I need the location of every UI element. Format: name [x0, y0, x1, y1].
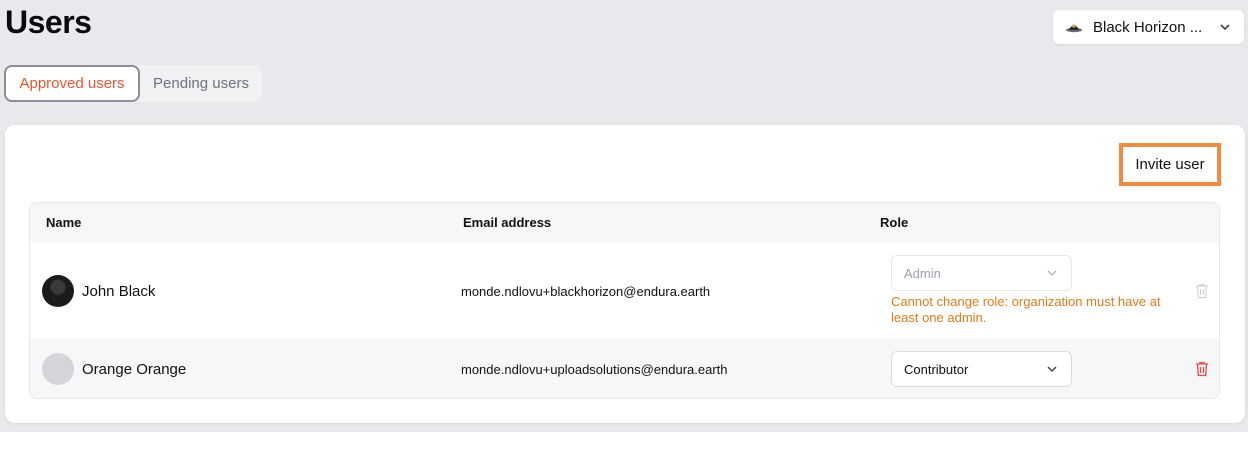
- user-name: Orange Orange: [82, 361, 187, 378]
- organization-selector[interactable]: Black Horizon ...: [1053, 10, 1244, 44]
- tab-approved-users[interactable]: Approved users: [4, 65, 140, 102]
- user-email: monde.ndlovu+blackhorizon@endura.earth: [461, 284, 711, 299]
- user-email: monde.ndlovu+uploadsolutions@endura.eart…: [461, 362, 728, 377]
- chevron-down-icon: [1047, 270, 1057, 276]
- tab-pending-users[interactable]: Pending users: [140, 65, 262, 102]
- table-row: John Black monde.ndlovu+blackhorizon@end…: [30, 243, 1219, 339]
- trash-icon[interactable]: [1195, 283, 1209, 299]
- role-select[interactable]: Admin: [891, 255, 1072, 291]
- page-title: Users: [5, 4, 92, 40]
- role-hint: Cannot change role: organization must ha…: [891, 294, 1161, 325]
- chevron-down-icon: [1047, 366, 1057, 373]
- organization-name: Black Horizon ...: [1093, 18, 1203, 36]
- role-select[interactable]: Contributor: [891, 351, 1072, 387]
- avatar: [42, 275, 74, 307]
- column-header-email: Email address: [463, 215, 552, 230]
- user-tabs: Approved users Pending users: [4, 65, 262, 102]
- column-header-role: Role: [880, 215, 909, 230]
- users-table: Name Email address Role John Black monde…: [29, 202, 1220, 399]
- chevron-down-icon: [1220, 24, 1230, 31]
- role-value: Admin: [904, 265, 941, 281]
- table-row: Orange Orange monde.ndlovu+uploadsolutio…: [30, 339, 1219, 398]
- user-name: John Black: [82, 283, 156, 300]
- invite-user-button[interactable]: Invite user: [1119, 143, 1221, 186]
- column-header-name: Name: [46, 215, 82, 230]
- trash-icon[interactable]: [1195, 361, 1209, 377]
- org-logo-icon: [1066, 24, 1082, 33]
- avatar: [42, 353, 74, 385]
- role-value: Contributor: [904, 361, 969, 377]
- table-header: Name Email address Role: [30, 203, 1219, 243]
